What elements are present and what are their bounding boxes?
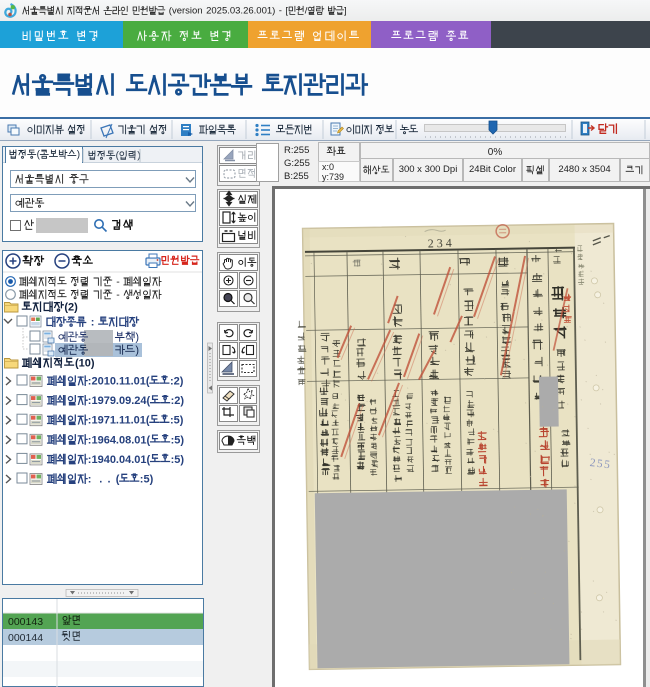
svg-text::5): :5) [171,434,185,446]
svg-text:-: - [116,276,120,288]
svg-text::5): :5) [171,454,185,466]
svg-text::2010.11.01(: :2010.11.01( [88,376,150,388]
svg-text:x:0: x:0 [322,162,334,172]
svg-text::1964.08.01(: :1964.08.01( [88,434,151,446]
svg-text:234: 234 [428,236,455,251]
svg-text:): ) [77,150,80,161]
svg-text:): ) [135,332,139,344]
svg-text:-: - [279,6,282,17]
svg-text:.: . [99,474,102,486]
svg-text:]: ] [344,6,347,17]
svg-text:(: ( [37,150,41,161]
svg-text:/: / [305,6,308,17]
svg-text::1979.09.24(: :1979.09.24( [88,395,151,407]
svg-text::5): :5) [170,415,184,427]
svg-text:000143: 000143 [8,616,43,628]
svg-text::1940.04.01(: :1940.04.01( [88,454,151,466]
svg-text::2): :2) [171,395,185,407]
svg-text:(: ( [116,151,120,162]
svg-text::1971.11.01(: :1971.11.01( [88,415,150,427]
svg-text:300 x 300 Dpi: 300 x 300 Dpi [399,164,458,175]
svg-text::2): :2) [170,376,184,388]
svg-text:G:255: G:255 [284,158,310,169]
svg-text:R:255: R:255 [284,145,309,156]
svg-text:(10): (10) [75,358,95,370]
svg-text:24Bit Color: 24Bit Color [469,164,516,175]
svg-text:y:739: y:739 [322,172,344,182]
svg-text:(version: (version [169,6,203,17]
svg-text::5): :5) [140,474,154,486]
svg-text:000144: 000144 [8,632,43,644]
svg-text:2025.03.26.001): 2025.03.26.001) [206,6,275,17]
svg-text:2480 x 3504: 2480 x 3504 [558,164,610,175]
svg-text::: : [88,474,92,486]
svg-text:[: [ [285,6,288,17]
svg-text:.: . [108,474,111,486]
svg-text:(: ( [116,474,120,486]
svg-text:(2): (2) [64,302,78,314]
svg-text:B:255: B:255 [284,171,309,182]
svg-text:-: - [116,289,120,301]
svg-text:0%: 0% [488,147,503,158]
svg-text:): ) [135,345,139,357]
svg-text::: : [91,317,95,329]
